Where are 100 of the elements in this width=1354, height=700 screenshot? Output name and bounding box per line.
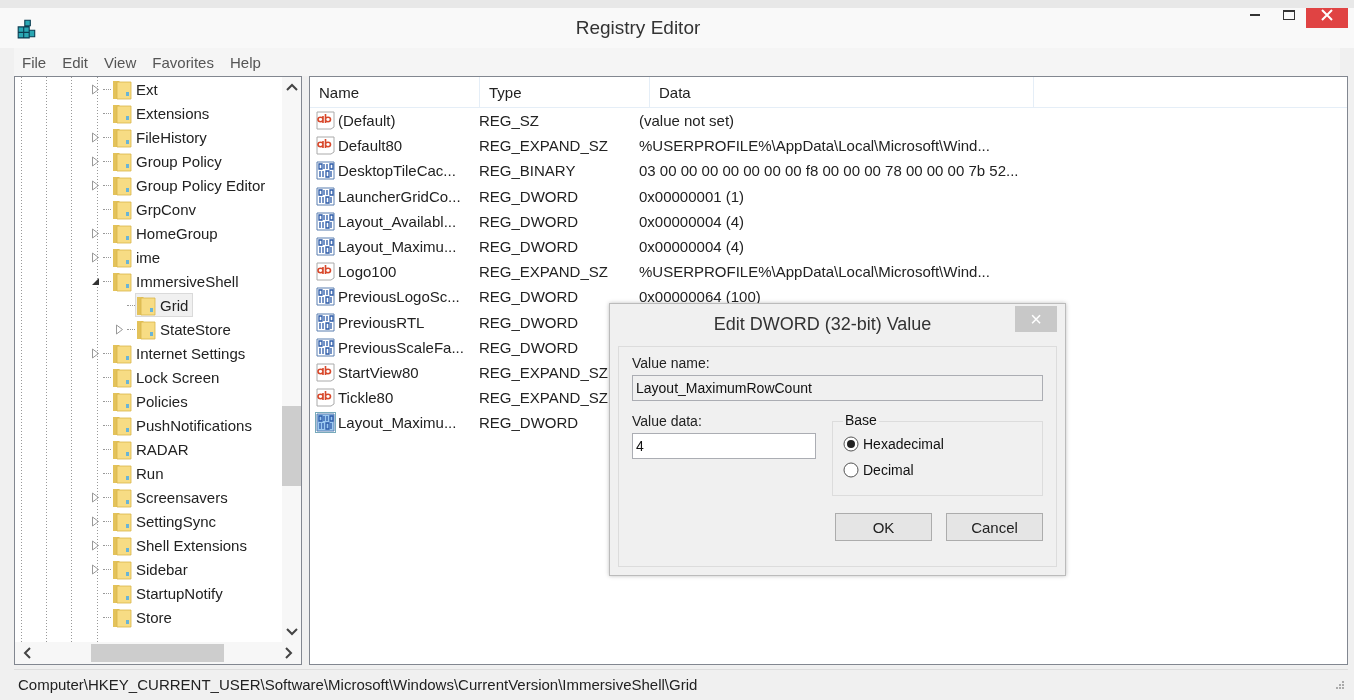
column-header[interactable]: Name xyxy=(310,77,480,107)
column-header[interactable]: Data xyxy=(650,77,1034,107)
tree-item[interactable]: StateStore xyxy=(135,317,236,341)
tree-item[interactable]: Internet Settings xyxy=(111,341,251,365)
scroll-thumb[interactable] xyxy=(91,644,224,662)
tree-item[interactable]: Group Policy xyxy=(111,149,227,173)
folder-icon xyxy=(112,438,132,460)
menu-item[interactable]: Help xyxy=(221,53,269,71)
value-name[interactable]: StartView80 xyxy=(338,363,419,381)
value-name[interactable]: (Default) xyxy=(338,112,396,130)
tree-item[interactable]: Extensions xyxy=(111,101,215,125)
value-name[interactable]: Layout_Maximu... xyxy=(338,238,457,256)
tree-item[interactable]: Screensavers xyxy=(111,485,233,509)
tree-item[interactable]: GrpConv xyxy=(111,197,202,221)
value-type: REG_DWORD xyxy=(479,288,579,306)
dialog-button[interactable]: Cancel xyxy=(946,513,1043,541)
value-data: 03 00 00 00 00 00 00 00 f8 00 00 00 78 00 00 00 7b 52... xyxy=(639,162,1019,180)
folder-icon xyxy=(112,534,132,556)
close-button[interactable] xyxy=(1306,8,1348,28)
tree-item[interactable]: Lock Screen xyxy=(111,365,225,389)
folder-icon xyxy=(112,366,132,388)
minimize-icon xyxy=(1250,14,1260,16)
scroll-thumb[interactable] xyxy=(282,406,301,486)
tree-item-label: ime xyxy=(136,248,161,266)
menu-item[interactable]: Favorites xyxy=(144,53,222,71)
tree-item[interactable]: Sidebar xyxy=(111,557,193,581)
value-name[interactable]: LauncherGridCo... xyxy=(338,187,461,205)
value-name-field[interactable]: Layout_MaximumRowCount xyxy=(632,375,1043,401)
tree-item-label: Store xyxy=(136,608,172,626)
tree-item[interactable]: SettingSync xyxy=(111,509,222,533)
tree-item[interactable]: Run xyxy=(111,461,169,485)
tree-item[interactable]: Ext xyxy=(111,77,163,101)
close-icon xyxy=(1321,9,1333,21)
scroll-left-icon[interactable] xyxy=(23,647,31,659)
folder-icon xyxy=(112,486,132,508)
horizontal-scrollbar[interactable] xyxy=(15,642,301,664)
folder-icon xyxy=(112,270,132,292)
folder-icon xyxy=(112,222,132,244)
tree-item[interactable]: ImmersiveShell xyxy=(111,269,244,293)
tree-item[interactable]: RADAR xyxy=(111,437,194,461)
folder-icon xyxy=(136,294,156,316)
value-type: REG_DWORD xyxy=(479,313,579,331)
menu-item[interactable]: File xyxy=(14,53,55,71)
value-name[interactable]: Layout_Availabl... xyxy=(338,212,457,230)
tree-item-label: Shell Extensions xyxy=(136,536,247,554)
folder-icon xyxy=(136,318,156,340)
tree-item[interactable]: Grid xyxy=(135,293,194,317)
folder-icon xyxy=(112,414,132,436)
value-name[interactable]: Layout_Maximu... xyxy=(338,414,457,432)
tree-item[interactable]: Policies xyxy=(111,389,193,413)
tree-item[interactable]: PushNotifications xyxy=(111,413,257,437)
tree-item-label: Grid xyxy=(160,296,189,314)
tree-item-label: RADAR xyxy=(136,440,189,458)
radio-label[interactable]: Hexadecimal xyxy=(863,436,944,452)
folder-icon xyxy=(112,126,132,148)
tree-item-label: HomeGroup xyxy=(136,224,218,242)
radio-button[interactable] xyxy=(843,462,859,478)
value-name[interactable]: Tickle80 xyxy=(338,389,394,407)
radio-button[interactable] xyxy=(843,436,859,452)
value-type: REG_DWORD xyxy=(479,187,579,205)
tree-item[interactable]: StartupNotify xyxy=(111,581,228,605)
tree-item[interactable]: Store xyxy=(111,605,177,629)
menu-item[interactable]: View xyxy=(96,53,145,71)
tree-item-label: Lock Screen xyxy=(136,368,220,386)
window-title: Registry Editor xyxy=(574,17,702,39)
tree-item-label: ImmersiveShell xyxy=(136,272,239,290)
vertical-scrollbar[interactable] xyxy=(282,77,301,642)
tree-item[interactable]: Group Policy Editor xyxy=(111,173,271,197)
scroll-down-icon[interactable] xyxy=(285,628,298,636)
tree-item[interactable]: Shell Extensions xyxy=(111,533,252,557)
folder-icon xyxy=(112,462,132,484)
value-data: %USERPROFILE%\AppData\Local\Microsoft\Wind... xyxy=(639,263,990,281)
scroll-right-icon[interactable] xyxy=(285,647,293,659)
value-name[interactable]: PreviousLogoSc... xyxy=(338,288,460,306)
value-data: 0x00000001 (1) xyxy=(639,187,745,205)
folder-icon xyxy=(112,102,132,124)
tree-item-label: Extensions xyxy=(136,104,210,122)
folder-icon xyxy=(112,390,132,412)
scroll-up-icon[interactable] xyxy=(285,83,298,91)
tree-item[interactable]: HomeGroup xyxy=(111,221,223,245)
radio-label[interactable]: Decimal xyxy=(863,462,914,478)
tree-item[interactable]: FileHistory xyxy=(111,125,212,149)
value-name[interactable]: PreviousScaleFa... xyxy=(338,338,464,356)
value-name[interactable]: DesktopTileCac... xyxy=(338,162,456,180)
dialog-button[interactable]: OK xyxy=(835,513,932,541)
folder-icon xyxy=(112,78,132,100)
value-data-field[interactable]: 4 xyxy=(632,433,816,459)
tree-item-label: GrpConv xyxy=(136,200,197,218)
value-type: REG_EXPAND_SZ xyxy=(479,363,608,381)
tree-item-label: SettingSync xyxy=(136,512,217,530)
folder-icon xyxy=(112,558,132,580)
value-name[interactable]: PreviousRTL xyxy=(338,313,425,331)
value-name[interactable]: Default80 xyxy=(338,137,403,155)
tree-item[interactable]: ime xyxy=(111,245,166,269)
menu-item[interactable]: Edit xyxy=(54,53,97,71)
field-label: Value data: xyxy=(632,413,703,429)
value-name[interactable]: Logo100 xyxy=(338,263,397,281)
tree-item-label: Sidebar xyxy=(136,560,188,578)
tree-item-label: Run xyxy=(136,464,164,482)
column-header[interactable]: Type xyxy=(480,77,650,107)
